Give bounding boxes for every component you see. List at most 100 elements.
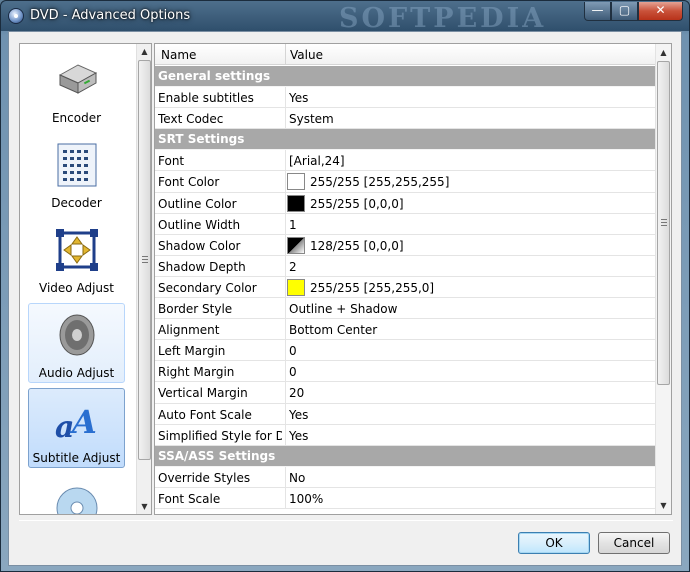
- button-divider: [19, 520, 673, 521]
- dialog-client-area: Encoder Decoder Video Adjust Audio Adjus…: [8, 31, 682, 566]
- property-row[interactable]: Right Margin 0: [155, 361, 656, 383]
- nav-item-subtitle-adjust[interactable]: a A Subtitle Adjust: [28, 388, 125, 468]
- property-name: Secondary Color: [158, 280, 257, 295]
- softpedia-watermark: SOFTPEDIA: [339, 3, 547, 34]
- color-swatch[interactable]: [287, 278, 305, 296]
- nav-scrollbar[interactable]: ▲ ▼: [136, 44, 151, 514]
- property-name: Simplified Style for D...: [158, 428, 282, 443]
- property-value[interactable]: 1: [289, 218, 297, 232]
- property-name: Font Scale: [158, 491, 221, 506]
- close-button[interactable]: ✕: [638, 2, 683, 21]
- nav-label-video-adjust: Video Adjust: [39, 281, 114, 295]
- property-value[interactable]: 0: [289, 344, 297, 358]
- property-row[interactable]: Shadow Depth 2: [155, 255, 656, 277]
- property-name: Text Codec: [158, 112, 224, 127]
- minimize-button[interactable]: —: [584, 2, 611, 21]
- property-name: Vertical Margin: [158, 386, 248, 401]
- property-row[interactable]: Enable subtitles Yes: [155, 87, 656, 109]
- property-name: Outline Color: [158, 196, 237, 211]
- property-row[interactable]: Vertical Margin 20: [155, 382, 656, 404]
- property-name: Left Margin: [158, 344, 226, 359]
- section-header[interactable]: SRT Settings: [155, 129, 656, 151]
- property-value[interactable]: Yes: [289, 91, 308, 105]
- property-row[interactable]: Outline Color 255/255 [0,0,0]: [155, 192, 656, 214]
- property-row[interactable]: Override Styles No: [155, 466, 656, 488]
- nav-item-video-adjust[interactable]: Video Adjust: [28, 218, 125, 298]
- property-value[interactable]: 255/255 [255,255,255]: [310, 175, 449, 189]
- property-value[interactable]: No: [289, 471, 305, 485]
- property-name: Shadow Color: [158, 238, 241, 253]
- property-value[interactable]: Outline + Shadow: [289, 302, 397, 316]
- grid-scrollbar[interactable]: ▲ ▼: [655, 44, 671, 514]
- property-name: Outline Width: [158, 217, 241, 232]
- subtitle-property-grid: Name Value General settings Enable subtit…: [154, 43, 672, 515]
- property-name: Shadow Depth: [158, 259, 246, 274]
- property-row[interactable]: Secondary Color 255/255 [255,255,0]: [155, 276, 656, 299]
- nav-item-encoder[interactable]: Encoder: [28, 48, 125, 128]
- property-row[interactable]: Auto Font Scale Yes: [155, 403, 656, 425]
- column-header-name[interactable]: Name: [161, 48, 196, 62]
- grid-header: Name Value: [155, 44, 656, 65]
- section-label: SSA/ASS Settings: [158, 448, 276, 463]
- ok-button[interactable]: OK: [518, 532, 590, 554]
- property-row[interactable]: Font Scale 100%: [155, 487, 656, 509]
- options-category-list: Encoder Decoder Video Adjust Audio Adjus…: [19, 43, 152, 515]
- property-value[interactable]: 0: [289, 365, 297, 379]
- column-header-value[interactable]: Value: [290, 48, 323, 62]
- grid-scroll-up-arrow[interactable]: ▲: [656, 45, 671, 60]
- color-swatch[interactable]: [287, 236, 305, 254]
- property-value[interactable]: 2: [289, 260, 297, 274]
- property-row[interactable]: Border Style Outline + Shadow: [155, 298, 656, 320]
- property-name: Font: [158, 154, 185, 169]
- grid-scroll-thumb[interactable]: [657, 61, 670, 385]
- property-name: Alignment: [158, 323, 220, 338]
- nav-scroll-thumb[interactable]: [138, 60, 151, 460]
- crop-arrows-icon: [56, 229, 98, 271]
- cancel-button[interactable]: Cancel: [598, 532, 670, 554]
- property-name: Right Margin: [158, 365, 235, 380]
- nav-scroll-up-arrow[interactable]: ▲: [137, 44, 151, 59]
- window-title: DVD - Advanced Options: [30, 8, 191, 23]
- grid-scroll-down-arrow[interactable]: ▼: [656, 498, 671, 513]
- property-value[interactable]: Yes: [289, 429, 308, 443]
- property-value[interactable]: 128/255 [0,0,0]: [310, 239, 404, 253]
- property-row[interactable]: Left Margin 0: [155, 340, 656, 362]
- subtitle-aa-icon: a A: [55, 403, 97, 443]
- nav-item-decoder[interactable]: Decoder: [28, 133, 125, 213]
- property-row[interactable]: Simplified Style for D... Yes: [155, 424, 656, 446]
- property-value[interactable]: 255/255 [0,0,0]: [310, 197, 404, 211]
- property-name: Font Color: [158, 175, 220, 190]
- property-name: Enable subtitles: [158, 91, 254, 106]
- property-value[interactable]: Yes: [289, 408, 308, 422]
- property-row[interactable]: Font [Arial,24]: [155, 150, 656, 172]
- nav-item-audio-adjust[interactable]: Audio Adjust: [28, 303, 125, 383]
- chip-icon: [57, 143, 97, 187]
- title-bar[interactable]: DVD - Advanced Options SOFTPEDIA — ▢ ✕: [1, 1, 689, 34]
- property-value[interactable]: 100%: [289, 492, 323, 506]
- nav-label-decoder: Decoder: [51, 196, 102, 210]
- property-value[interactable]: Bottom Center: [289, 323, 377, 337]
- svg-text:A: A: [69, 403, 97, 441]
- property-row[interactable]: Alignment Bottom Center: [155, 319, 656, 341]
- property-row[interactable]: Outline Width 1: [155, 213, 656, 235]
- nav-item-disc[interactable]: [28, 473, 125, 514]
- maximize-button[interactable]: ▢: [611, 2, 638, 21]
- property-value[interactable]: 20: [289, 386, 304, 400]
- section-label: General settings: [158, 69, 271, 83]
- property-row[interactable]: Shadow Color 128/255 [0,0,0]: [155, 234, 656, 256]
- property-value[interactable]: 255/255 [255,255,0]: [310, 281, 434, 295]
- nav-label-audio-adjust: Audio Adjust: [38, 366, 115, 380]
- nav-scroll-down-arrow[interactable]: ▼: [137, 499, 151, 514]
- property-name: Border Style: [158, 302, 233, 317]
- section-header[interactable]: General settings: [155, 66, 656, 88]
- color-swatch[interactable]: [287, 173, 305, 191]
- dvd-app-icon: [8, 8, 24, 24]
- property-row[interactable]: Text Codec System: [155, 108, 656, 130]
- color-swatch[interactable]: [287, 194, 305, 212]
- property-row[interactable]: Font Color 255/255 [255,255,255]: [155, 171, 656, 193]
- speaker-icon: [59, 314, 95, 356]
- section-header[interactable]: SSA/ASS Settings: [155, 445, 656, 467]
- property-value[interactable]: System: [289, 112, 334, 126]
- disc-icon: [56, 487, 98, 514]
- property-value[interactable]: [Arial,24]: [289, 154, 345, 168]
